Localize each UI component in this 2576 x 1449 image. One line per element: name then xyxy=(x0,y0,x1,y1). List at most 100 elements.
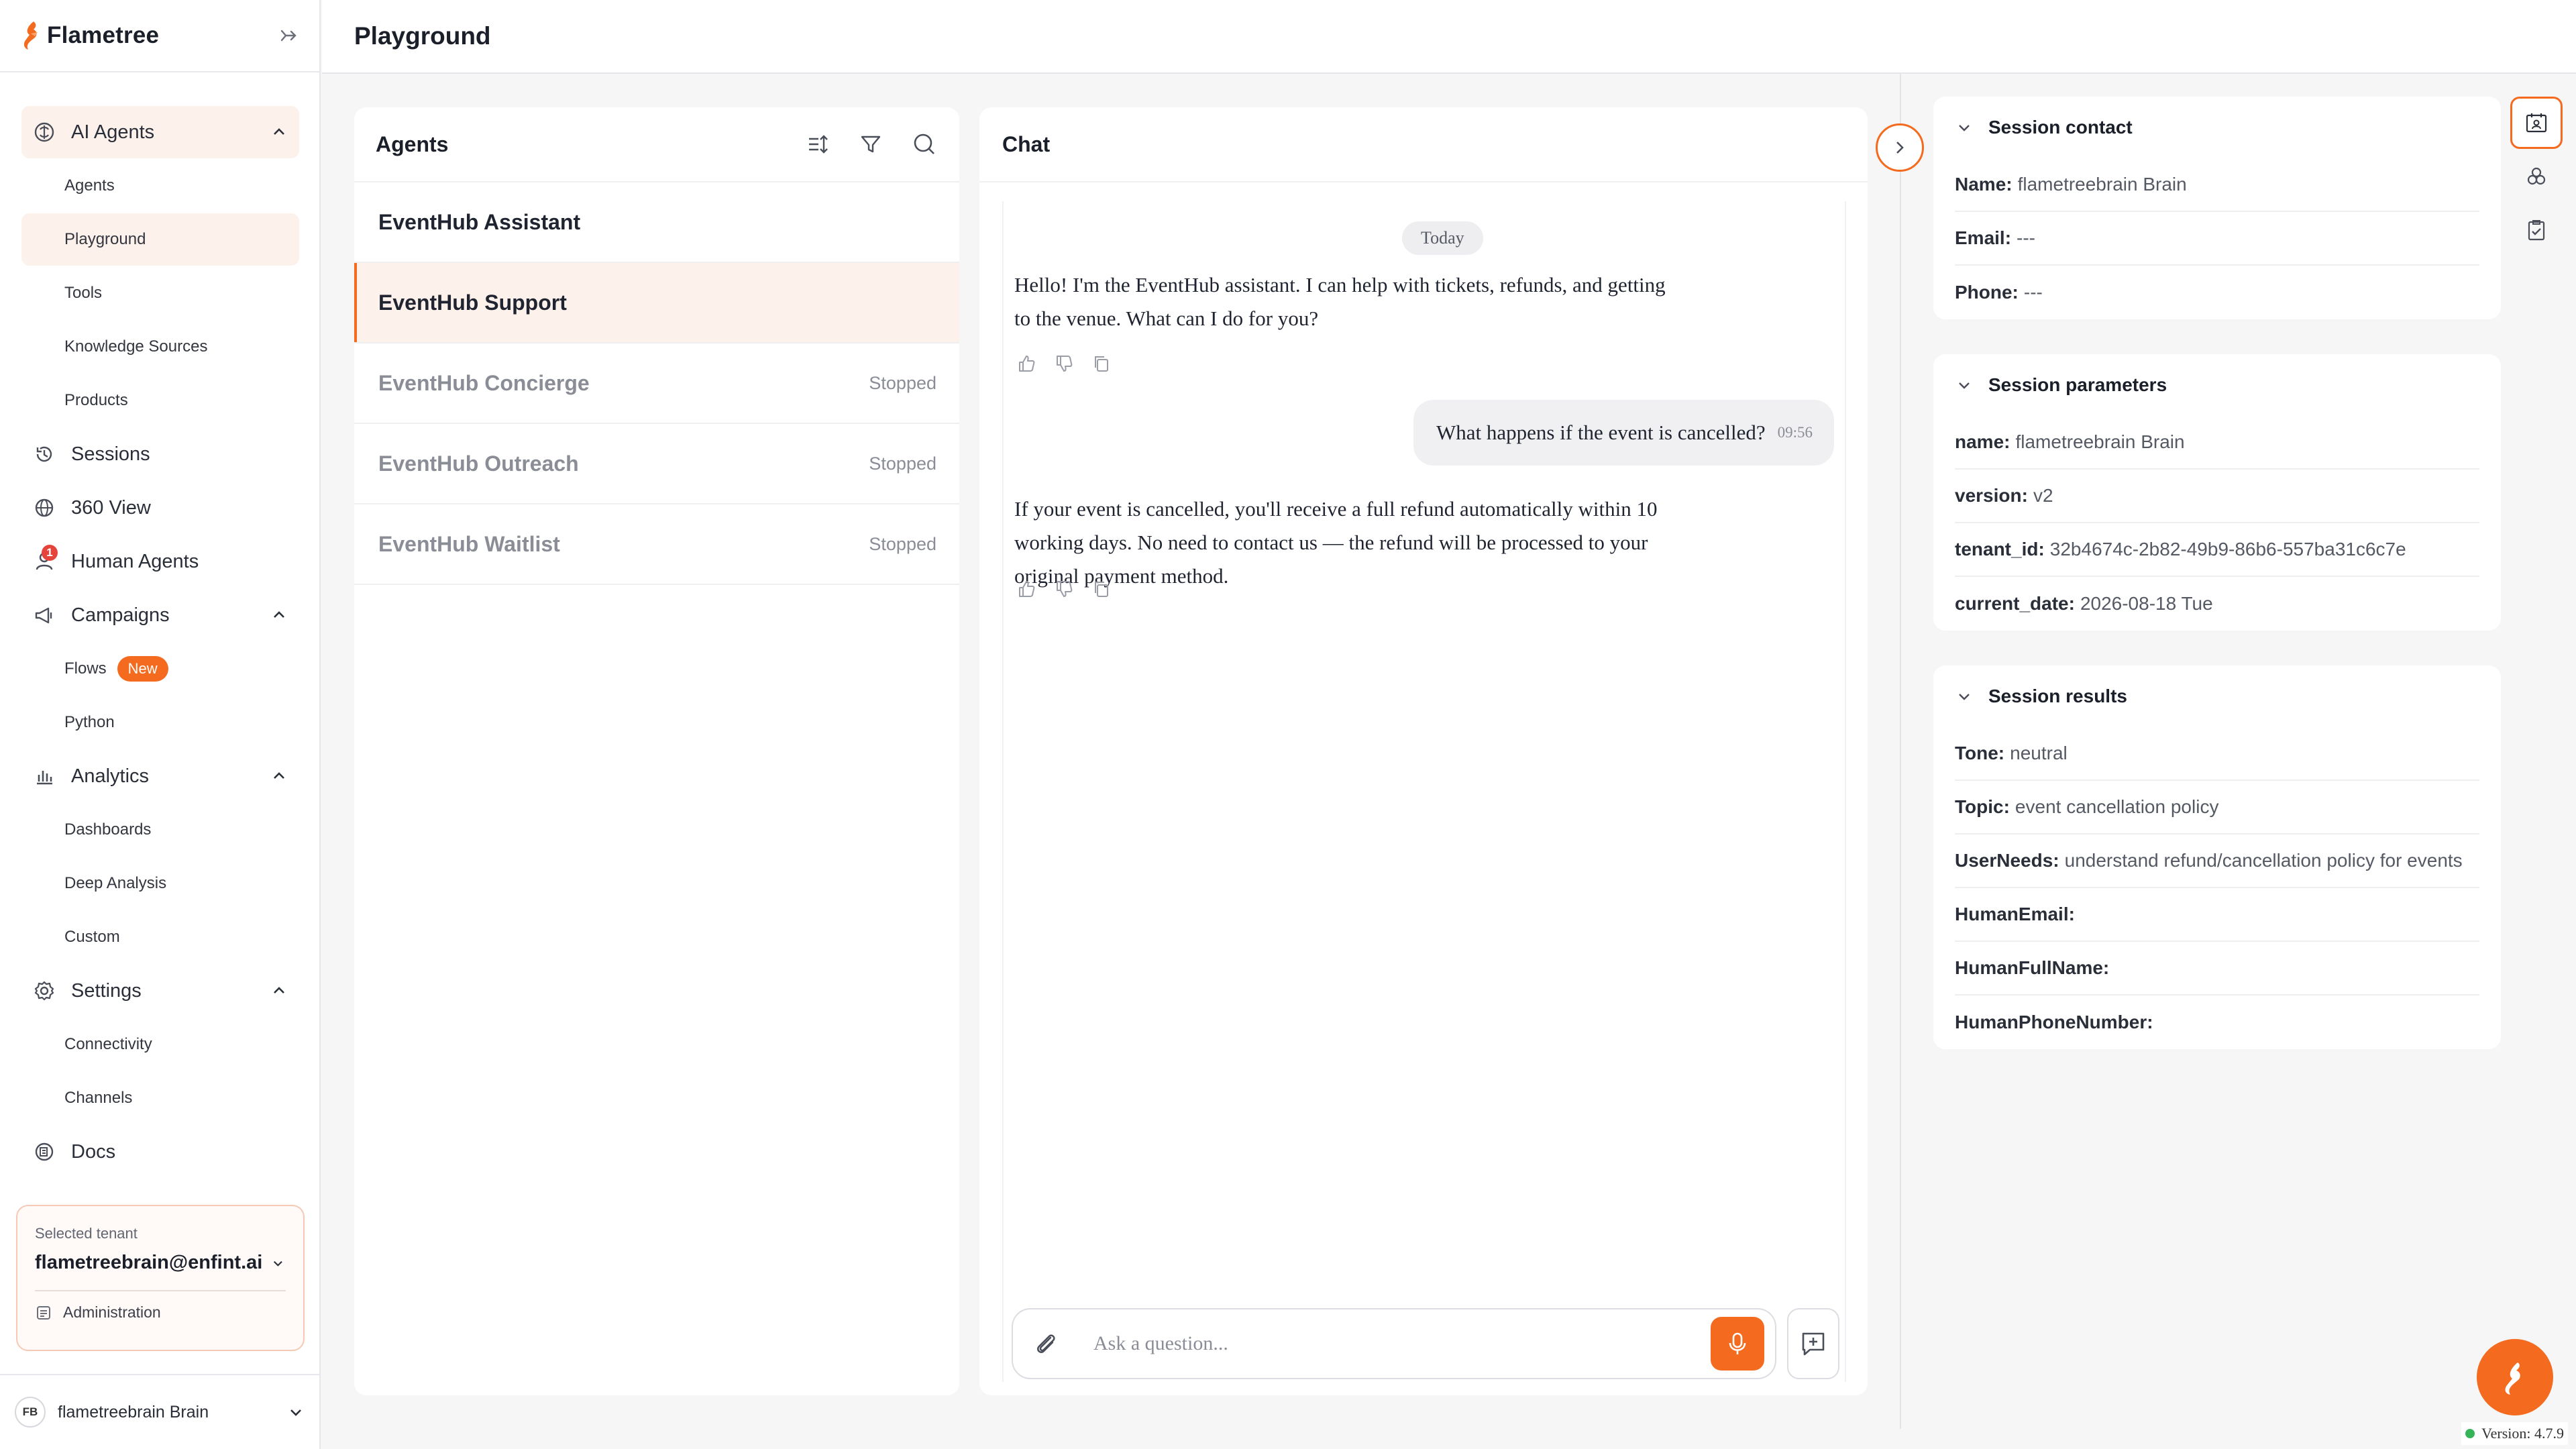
flametree-logo-icon xyxy=(2505,1362,2520,1395)
field-key: Tone: xyxy=(1955,743,2005,763)
agent-row-eventhub-assistant[interactable]: EventHub Assistant xyxy=(354,182,959,263)
field-value: 32b4674c-2b82-49b9-86b6-557ba31c6c7e xyxy=(2049,539,2406,559)
nav-human-agents-label: Human Agents xyxy=(71,550,199,572)
chevron-up-icon[interactable] xyxy=(270,123,288,142)
chevron-up-icon[interactable] xyxy=(270,767,288,786)
agent-row-eventhub-concierge[interactable]: EventHub Concierge Stopped xyxy=(354,343,959,424)
search-icon[interactable] xyxy=(911,131,938,158)
agent-status: Stopped xyxy=(869,372,936,393)
assistant-fab-button[interactable] xyxy=(2477,1339,2553,1415)
notification-badge: 1 xyxy=(42,545,58,561)
sidebar-item-knowledge-sources[interactable]: Knowledge Sources xyxy=(21,321,299,373)
chat-input[interactable] xyxy=(1093,1332,1711,1355)
version-label: Version: 4.7.9 xyxy=(2481,1425,2564,1442)
agent-name: EventHub Waitlist xyxy=(378,531,560,556)
collapse-sidebar-icon[interactable] xyxy=(276,24,299,47)
chevron-down-icon xyxy=(1959,694,1970,700)
sidebar-item-custom[interactable]: Custom xyxy=(21,911,299,963)
rail-session-info-button[interactable] xyxy=(2510,97,2563,149)
agents-panel: Agents EventHub Assistant EventHub Suppo… xyxy=(354,107,959,1395)
voice-input-button[interactable] xyxy=(1711,1317,1764,1371)
globe-icon xyxy=(35,498,54,517)
session-results-title: Session results xyxy=(1988,686,2127,706)
agents-panel-header: Agents xyxy=(354,107,959,182)
sidebar-item-playground[interactable]: Playground xyxy=(21,213,299,266)
result-field-human-email: HumanEmail: xyxy=(1955,888,2479,942)
logo-bar: Flametree xyxy=(0,0,319,72)
chat-messages: Today Hello! I'm the EventHub assistant.… xyxy=(1002,201,1846,1382)
main-nav: AI Agents Agents Playground Tools Knowle… xyxy=(0,72,319,1178)
nav-sessions[interactable]: Sessions xyxy=(21,428,299,480)
id-card-icon xyxy=(2526,113,2547,133)
thumbs-down-icon[interactable] xyxy=(1053,353,1075,374)
sidebar-item-deep-analysis[interactable]: Deep Analysis xyxy=(21,857,299,910)
nav-360-view[interactable]: 360 View xyxy=(21,482,299,534)
field-value: --- xyxy=(2017,227,2036,248)
nav-docs[interactable]: Docs xyxy=(21,1126,299,1178)
sidebar-item-python[interactable]: Python xyxy=(21,696,299,749)
sidebar-item-dashboards[interactable]: Dashboards xyxy=(21,804,299,856)
group-icon xyxy=(2527,167,2546,185)
field-key: current_date: xyxy=(1955,593,2075,614)
administration-link[interactable]: Administration xyxy=(35,1303,286,1322)
user-menu[interactable]: FB flametreebrain Brain xyxy=(0,1374,321,1449)
nav-campaigns-label: Campaigns xyxy=(71,604,170,626)
sidebar-item-connectivity[interactable]: Connectivity xyxy=(21,1018,299,1071)
param-field-tenant-id: tenant_id: 32b4674c-2b82-49b9-86b6-557ba… xyxy=(1955,523,2479,577)
session-results-header[interactable]: Session results xyxy=(1955,665,2479,727)
sort-icon[interactable] xyxy=(804,131,830,158)
chevron-down-icon xyxy=(1959,125,1970,131)
sidebar-item-flows[interactable]: Flows New xyxy=(21,643,299,695)
chat-panel: Chat Today Hello! I'm the EventHub assis… xyxy=(979,107,1868,1395)
clipboard-check-icon xyxy=(2528,220,2545,241)
new-chat-button[interactable] xyxy=(1787,1308,1839,1379)
field-value: neutral xyxy=(2010,743,2068,763)
rail-people-button[interactable] xyxy=(2510,150,2563,203)
agent-row-eventhub-waitlist[interactable]: EventHub Waitlist Stopped xyxy=(354,504,959,585)
nav-campaigns[interactable]: Campaigns xyxy=(21,589,299,641)
nav-analytics[interactable]: Analytics xyxy=(21,750,299,802)
agent-row-eventhub-outreach[interactable]: EventHub Outreach Stopped xyxy=(354,424,959,504)
message-line: working days. No need to contact us — th… xyxy=(1014,531,1648,554)
sidebar-item-tools[interactable]: Tools xyxy=(21,267,299,319)
user-message-text: What happens if the event is cancelled? xyxy=(1436,421,1766,444)
sidebar-item-agents[interactable]: Agents xyxy=(21,160,299,212)
chevron-up-icon[interactable] xyxy=(270,606,288,625)
attach-icon[interactable] xyxy=(1030,1328,1061,1359)
docs-icon xyxy=(35,1142,54,1161)
user-message: What happens if the event is cancelled? … xyxy=(1413,400,1834,466)
copy-icon[interactable] xyxy=(1091,578,1112,600)
nav-ai-agents[interactable]: AI Agents xyxy=(21,106,299,158)
param-field-version: version: v2 xyxy=(1955,470,2479,523)
right-icon-rail xyxy=(2510,97,2564,258)
contact-field-name: Name: flametreebrain Brain xyxy=(1955,158,2479,212)
sidebar-item-channels[interactable]: Channels xyxy=(21,1072,299,1124)
session-contact-header[interactable]: Session contact xyxy=(1955,97,2479,158)
filter-icon[interactable] xyxy=(857,131,884,158)
chevron-up-icon[interactable] xyxy=(270,981,288,1000)
field-value: v2 xyxy=(2033,485,2053,506)
sidebar-item-products[interactable]: Products xyxy=(21,374,299,427)
thumbs-up-icon[interactable] xyxy=(1016,353,1037,374)
session-parameters-header[interactable]: Session parameters xyxy=(1955,354,2479,416)
session-results-card: Session results Tone: neutral Topic: eve… xyxy=(1933,665,2501,1049)
field-key: HumanEmail: xyxy=(1955,904,2075,924)
result-field-user-needs: UserNeeds: understand refund/cancellatio… xyxy=(1955,835,2479,888)
tenant-dropdown[interactable]: flametreebrain@enfint.ai xyxy=(35,1252,286,1274)
thumbs-down-icon[interactable] xyxy=(1053,578,1075,600)
nav-human-agents[interactable]: 1 Human Agents xyxy=(21,535,299,588)
nav-settings[interactable]: Settings xyxy=(21,965,299,1017)
toggle-session-panel-button[interactable] xyxy=(1876,123,1924,172)
agent-row-eventhub-support[interactable]: EventHub Support xyxy=(354,263,959,343)
agent-name: EventHub Concierge xyxy=(378,370,590,395)
agents-toolbar xyxy=(804,131,938,158)
date-separator: Today xyxy=(1402,221,1483,255)
rail-tasks-button[interactable] xyxy=(2510,204,2563,256)
thumbs-up-icon[interactable] xyxy=(1016,578,1037,600)
session-contact-card: Session contact Name: flametreebrain Bra… xyxy=(1933,97,2501,319)
panel-divider xyxy=(1900,74,1901,1429)
agent-name: EventHub Support xyxy=(378,290,567,315)
avatar: FB xyxy=(15,1397,46,1428)
copy-icon[interactable] xyxy=(1091,353,1112,374)
message-actions xyxy=(1016,578,1112,600)
